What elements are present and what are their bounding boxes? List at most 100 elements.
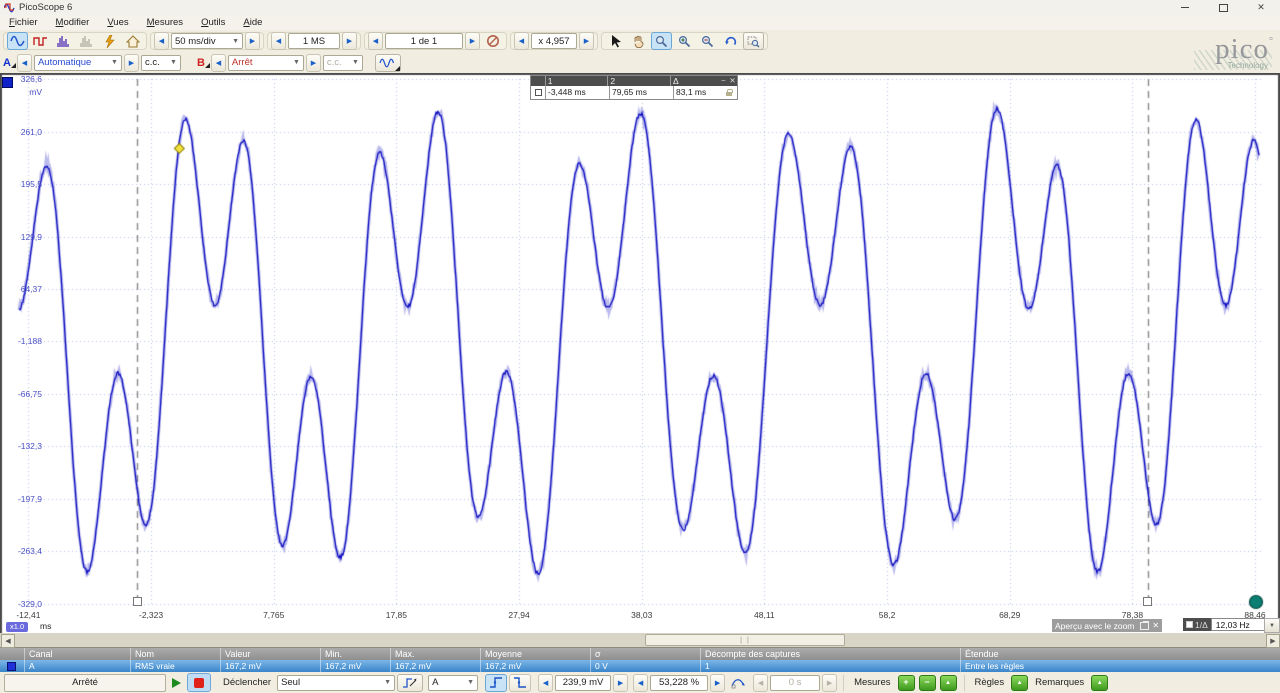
x-tick-label: -2,323 — [138, 610, 164, 620]
menu-item-modifier[interactable]: Modifier — [47, 16, 99, 29]
time-ruler-handle-2[interactable] — [1143, 597, 1153, 606]
pretrigger-down-button[interactable]: ◀ — [633, 673, 649, 692]
timebase-decrease-button[interactable]: ◀ — [154, 32, 169, 50]
stop-capture-button[interactable] — [187, 673, 211, 692]
channel-a-coupling-select[interactable]: c.c. ▼ — [140, 54, 181, 71]
channel-b-range-down-button[interactable]: ◀ — [210, 53, 226, 72]
checkbox-icon[interactable] — [1186, 621, 1193, 628]
trigger-level-up-button[interactable]: ▶ — [613, 673, 629, 692]
trigger-level-box[interactable]: 239,9 mV — [555, 674, 612, 691]
falling-edge-button[interactable] — [509, 673, 532, 692]
sample-count-box[interactable]: 1 MS — [288, 33, 340, 49]
channel-toolbar: A ◀ Automatique ▼ ▶ c.c. ▼ B ◀ Arrêt ▼ ▶ c.… — [0, 52, 1280, 73]
minimize-button[interactable] — [1166, 0, 1204, 15]
zoom-overview-bar[interactable]: Aperçu avec le zoom ✕ — [1052, 619, 1163, 632]
channel-a-range-up-button[interactable]: ▶ — [123, 53, 139, 72]
x-tick-label: -12,41 — [16, 610, 41, 620]
menu-item-aide[interactable]: Aide — [234, 16, 271, 29]
time-ruler-handle-1[interactable] — [132, 597, 142, 606]
channel-b-coupling-select[interactable]: c.c. ▼ — [322, 54, 363, 71]
undo-zoom-button[interactable] — [720, 32, 741, 50]
scope-view[interactable]: mV 1 2 Δ − ✕ -3,448 ms 79,65 ms 83,1 ms A… — [0, 73, 1280, 633]
zoom-tool-button[interactable] — [651, 32, 672, 50]
ruler1-value: -3,448 ms — [545, 86, 609, 99]
channel-a-range-down-button[interactable]: ◀ — [16, 53, 32, 72]
delay-down-button[interactable]: ◀ — [753, 673, 769, 692]
buffer-navigator-button[interactable] — [482, 32, 503, 50]
hand-tool-button[interactable] — [628, 32, 649, 50]
pretrigger-up-button[interactable]: ▶ — [710, 673, 726, 692]
buffer-position-box[interactable]: 1 de 1 — [385, 33, 463, 49]
frequency-legend-label[interactable]: 1/Δ — [1183, 618, 1211, 631]
scroll-right-button[interactable]: ▶ — [1266, 634, 1280, 648]
ruler2-value: 79,65 ms — [609, 86, 673, 99]
scrollbar-thumb[interactable]: ❘❘ — [645, 634, 845, 646]
scope-view-button[interactable] — [7, 32, 28, 50]
x-scale-badge: x1.0 — [6, 622, 29, 632]
delay-up-button[interactable]: ▶ — [822, 673, 838, 692]
popout-icon[interactable] — [1140, 620, 1150, 630]
scroll-left-button[interactable]: ◀ — [1, 634, 15, 648]
channel-a-label[interactable]: A — [0, 57, 16, 69]
ruler-legend-minimize-button[interactable]: − — [719, 76, 728, 86]
delay-box[interactable]: 0 s — [770, 674, 821, 691]
axis-options-button[interactable]: ▼ — [1264, 618, 1280, 633]
channel-b-range-select[interactable]: Arrêt ▼ — [227, 54, 304, 71]
ruler-legend-close-button[interactable]: ✕ — [728, 76, 737, 86]
post-trigger-delay-button[interactable] — [727, 674, 751, 692]
signal-generator-button[interactable] — [374, 53, 401, 72]
buffer-next-button[interactable]: ▶ — [465, 32, 480, 50]
start-capture-button[interactable] — [172, 677, 181, 688]
measurement-row[interactable]: A RMS vraie 167,2 mV 167,2 mV 167,2 mV 167,2 … — [0, 660, 1280, 672]
ruler-handle-icon — [534, 89, 542, 96]
h-scrollbar[interactable]: ◀ ❘❘ ▶ — [0, 633, 1280, 648]
lock-icon — [725, 89, 733, 96]
zoom-factor-box[interactable]: x 4,957 — [531, 33, 577, 49]
pretrigger-box[interactable]: 53,228 % — [650, 674, 709, 691]
measure-cell-min: 167,2 mV — [320, 660, 390, 672]
x-tick-label: 68,29 — [999, 610, 1021, 620]
samples-decrease-button[interactable]: ◀ — [271, 32, 286, 50]
ruler-delta-value: 83,1 ms — [673, 86, 723, 99]
marquee-zoom-button[interactable] — [743, 32, 764, 50]
zoom-decrease-button[interactable]: ◀ — [514, 32, 529, 50]
notes-button[interactable]: ▲ — [1091, 674, 1109, 691]
y-tick-label: 261,0 — [20, 126, 42, 137]
timebase-increase-button[interactable]: ▶ — [245, 32, 260, 50]
channel-b-range-up-button[interactable]: ▶ — [305, 53, 321, 72]
rising-edge-button[interactable] — [485, 673, 508, 692]
ruler2-header: 2 — [607, 76, 670, 86]
normal-cursor-button[interactable] — [605, 32, 626, 50]
trigger-source-select[interactable]: A ▼ — [428, 674, 479, 691]
square-wave-view-button[interactable] — [30, 32, 51, 50]
edit-measure-button[interactable]: ▲ — [939, 674, 957, 691]
remove-measure-button[interactable]: − — [918, 674, 936, 691]
trigger-level-down-button[interactable]: ◀ — [538, 673, 554, 692]
menu-item-fichier[interactable]: Fichier — [0, 16, 47, 29]
channel-b-label[interactable]: B — [194, 57, 210, 69]
auto-setup-button[interactable] — [99, 32, 120, 50]
rulers-button[interactable]: ▲ — [1011, 674, 1029, 691]
persistence-view-button[interactable] — [76, 32, 97, 50]
menu-item-mesures[interactable]: Mesures — [138, 16, 192, 29]
waveform-canvas[interactable] — [0, 73, 1280, 633]
timebase-select[interactable]: 50 ms/div ▼ — [171, 33, 243, 49]
trigger-mode-select[interactable]: Seul ▼ — [277, 674, 396, 691]
maximize-button[interactable] — [1204, 0, 1242, 15]
y-tick-label: 64,37 — [20, 283, 42, 294]
zoom-overview-close-button[interactable]: ✕ — [1152, 621, 1159, 630]
add-measure-button[interactable]: + — [897, 674, 915, 691]
menu-item-vues[interactable]: Vues — [98, 16, 137, 29]
close-button[interactable]: ✕ — [1242, 0, 1280, 15]
zoom-out-button[interactable] — [697, 32, 718, 50]
advanced-trigger-button[interactable] — [397, 673, 424, 692]
ruler-legend[interactable]: 1 2 Δ − ✕ -3,448 ms 79,65 ms 83,1 ms — [530, 75, 738, 100]
menu-item-outils[interactable]: Outils — [192, 16, 234, 29]
buffer-prev-button[interactable]: ◀ — [368, 32, 383, 50]
zoom-increase-button[interactable]: ▶ — [579, 32, 594, 50]
home-button[interactable] — [122, 32, 143, 50]
zoom-in-button[interactable] — [674, 32, 695, 50]
spectrum-view-button[interactable] — [53, 32, 74, 50]
channel-a-range-select[interactable]: Automatique ▼ — [33, 54, 122, 71]
samples-increase-button[interactable]: ▶ — [342, 32, 357, 50]
